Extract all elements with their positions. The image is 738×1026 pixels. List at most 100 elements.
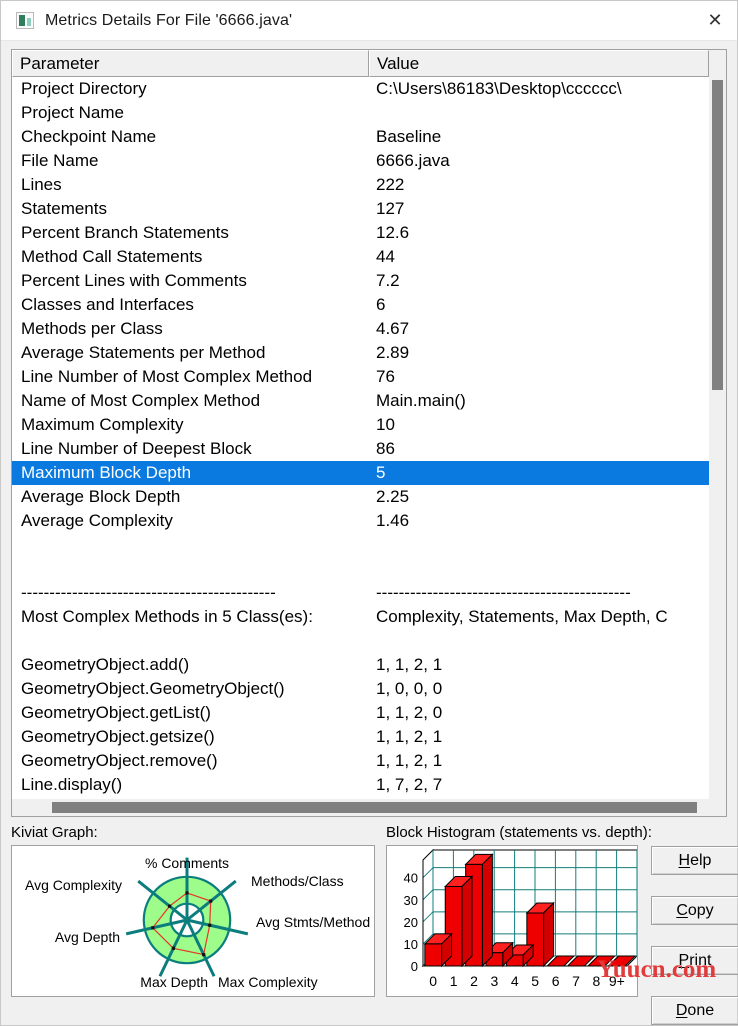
horizontal-scrollbar-thumb[interactable]: [52, 802, 697, 813]
kiviat-graph: % Comments Methods/Class Avg Stmts/Method M…: [11, 845, 375, 997]
horizontal-scrollbar[interactable]: [12, 799, 709, 816]
table-row[interactable]: [12, 557, 709, 581]
vertical-scrollbar-thumb[interactable]: [712, 80, 723, 390]
cell-value: 5: [376, 463, 386, 482]
print-accel: P: [678, 951, 690, 969]
copy-button[interactable]: Copy: [651, 896, 738, 925]
title-bar: Metrics Details For File '6666.java' ✕: [1, 1, 737, 41]
close-icon[interactable]: ✕: [693, 1, 737, 41]
histogram-x-tick: 9+: [609, 973, 625, 989]
table-row[interactable]: Classes and Interfaces 6: [12, 293, 709, 317]
print-label: rint: [689, 951, 712, 969]
cell-value: 44: [376, 247, 395, 266]
histogram-x-tick: 2: [470, 973, 478, 989]
help-button[interactable]: Help: [651, 846, 738, 875]
table-row[interactable]: Average Block Depth 2.25: [12, 485, 709, 509]
table-row[interactable]: Maximum Complexity 10: [12, 413, 709, 437]
cell-value: 2.25: [376, 487, 410, 506]
cell-value: [369, 629, 709, 653]
cell-parameter: Classes and Interfaces: [21, 295, 194, 314]
table-row[interactable]: GeometryObject.GeometryObject() 1, 0, 0, …: [12, 677, 709, 701]
cell-value: 4.67: [376, 319, 410, 338]
table-row[interactable]: Lines 222: [12, 173, 709, 197]
table-row[interactable]: Average Complexity 1.46: [12, 509, 709, 533]
button-column: Help Copy Print Done: [651, 824, 738, 1025]
vertical-scrollbar[interactable]: [709, 77, 726, 799]
grid-body: Project Directory C:\Users\86183\Desktop\…: [12, 77, 726, 816]
histogram-x-tick: 6: [552, 973, 560, 989]
table-row[interactable]: [12, 533, 709, 557]
table-row[interactable]: Most Complex Methods in 5 Class(es): Comp…: [12, 605, 709, 629]
cell-value: 1, 1, 2, 0: [376, 703, 443, 722]
table-row[interactable]: [12, 629, 709, 653]
cell-value: 6666.java: [376, 151, 450, 170]
table-row[interactable]: Checkpoint Name Baseline: [12, 125, 709, 149]
column-header-value[interactable]: Value: [369, 50, 709, 77]
kiviat-axis-label: % Comments: [145, 855, 229, 871]
cell-value: [369, 101, 709, 125]
table-row[interactable]: Project Name: [12, 101, 709, 125]
cell-parameter: [12, 557, 369, 581]
chart-icon: [16, 12, 34, 29]
cell-value: C:\Users\86183\Desktop\cccccc\: [376, 79, 622, 98]
table-row[interactable]: Methods per Class 4.67: [12, 317, 709, 341]
copy-accel: C: [676, 901, 688, 919]
table-row[interactable]: Percent Lines with Comments 7.2: [12, 269, 709, 293]
table-row[interactable]: GeometryObject.remove() 1, 1, 2, 1: [12, 749, 709, 773]
scrollbar-corner: [709, 799, 726, 816]
cell-parameter: Method Call Statements: [21, 247, 203, 266]
table-row[interactable]: Line.display() 1, 7, 2, 7: [12, 773, 709, 797]
column-header-parameter[interactable]: Parameter: [12, 50, 369, 77]
kiviat-label: Kiviat Graph:: [11, 824, 98, 841]
cell-value: Main.main(): [376, 391, 466, 410]
cell-value: 1, 1, 2, 1: [376, 655, 443, 674]
table-row[interactable]: Percent Branch Statements 12.6: [12, 221, 709, 245]
table-row[interactable]: Line Number of Most Complex Method 76: [12, 365, 709, 389]
table-row[interactable]: Method Call Statements 44: [12, 245, 709, 269]
table-row[interactable]: GeometryObject.getsize() 1, 1, 2, 1: [12, 725, 709, 749]
cell-value: 1, 7, 2, 7: [376, 775, 443, 794]
histogram-y-tick: 40: [404, 871, 418, 886]
table-row[interactable]: Project Directory C:\Users\86183\Desktop\…: [12, 77, 709, 101]
table-row[interactable]: Name of Most Complex Method Main.main(): [12, 389, 709, 413]
done-button[interactable]: Done: [651, 996, 738, 1025]
cell-value: 7.2: [376, 271, 400, 290]
print-button[interactable]: Print: [651, 946, 738, 975]
table-row[interactable]: Statements 127: [12, 197, 709, 221]
table-row[interactable]: Line Number of Deepest Block 86: [12, 437, 709, 461]
table-row[interactable]: Maximum Block Depth 5: [12, 461, 709, 485]
table-row[interactable]: File Name 6666.java: [12, 149, 709, 173]
kiviat-axis-label: Methods/Class: [251, 873, 344, 889]
histogram-chart-svg: 0102030400 1 2 3 4 5 6 7 8 9+: [404, 848, 637, 989]
cell-parameter: Average Complexity: [21, 511, 173, 530]
cell-parameter: File Name: [21, 151, 99, 170]
bottom-panels: Kiviat Graph: % Comments Methods/Class Avg…: [11, 817, 738, 1025]
table-row[interactable]: GeometryObject.getList() 1, 1, 2, 0: [12, 701, 709, 725]
cell-parameter: Line.display(): [21, 775, 123, 794]
cell-parameter: Maximum Complexity: [21, 415, 184, 434]
table-row[interactable]: Average Statements per Method 2.89: [12, 341, 709, 365]
kiviat-axis-label: Avg Complexity: [25, 877, 122, 893]
block-histogram: 0 10 20 30 40 0 1 2 3 4 5 6 7 8 9+: [386, 845, 638, 997]
cell-parameter: Project Name: [21, 103, 124, 122]
cell-parameter: Lines: [21, 175, 62, 194]
copy-label: opy: [687, 901, 714, 919]
histogram-x-tick: 4: [511, 973, 519, 989]
cell-parameter: Methods per Class: [21, 319, 163, 338]
cell-parameter: GeometryObject.GeometryObject(): [21, 679, 285, 698]
histogram-x-tick: 3: [491, 973, 499, 989]
histogram-x-tick: 1: [450, 973, 458, 989]
table-row[interactable]: GeometryObject.add() 1, 1, 2, 1: [12, 653, 709, 677]
kiviat-chart-svg: % Comments Methods/Class Avg Stmts/Method M…: [25, 855, 370, 990]
table-row[interactable]: ----------------------------------------…: [12, 581, 709, 605]
cell-parameter: Average Statements per Method: [21, 343, 266, 362]
cell-parameter: ----------------------------------------…: [21, 583, 276, 602]
cell-value: 222: [376, 175, 405, 194]
histogram-x-tick: 0: [429, 973, 437, 989]
cell-parameter: [12, 533, 369, 557]
cell-parameter: Percent Lines with Comments: [21, 271, 247, 290]
cell-parameter: Percent Branch Statements: [21, 223, 229, 242]
metrics-details-window: Metrics Details For File '6666.java' ✕ P…: [0, 0, 738, 1026]
cell-parameter: GeometryObject.remove(): [21, 751, 218, 770]
kiviat-axis-label: Avg Depth: [55, 929, 120, 945]
